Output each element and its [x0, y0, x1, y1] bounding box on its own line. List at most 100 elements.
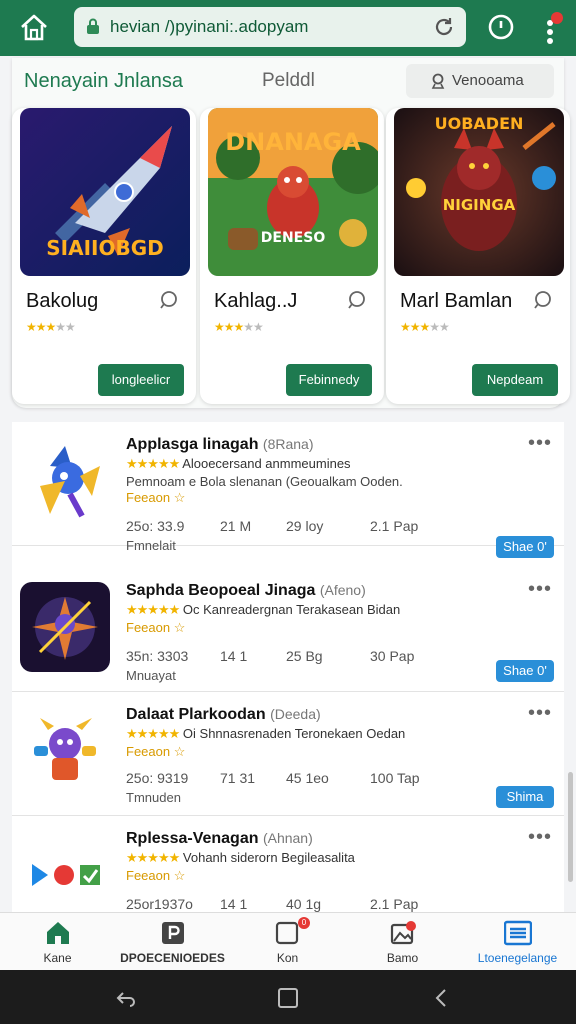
chat-bubble-icon[interactable] [346, 290, 366, 310]
app-category: Tmnuden [126, 790, 181, 805]
stat-downloads: 25or1937o [126, 896, 193, 912]
more-options-icon[interactable]: ••• [528, 432, 552, 455]
list-item[interactable]: Applasga linagah (8Rana) ★★★★★ Alooecers… [12, 422, 564, 558]
image-pin-icon [389, 919, 417, 947]
stat-downloads: 25o: 9319 [126, 770, 189, 786]
nav-label: Bamo [386, 951, 419, 965]
nav-item-notifications[interactable]: 0 Kon [230, 913, 345, 971]
chat-bubble-icon[interactable] [532, 290, 552, 310]
game-action-button[interactable]: Nepdeam [472, 364, 558, 396]
app-title: Dalaat Plarkoodan (Deeda) [126, 706, 321, 724]
nav-label: Kane [43, 951, 72, 965]
nav-label: Ltoenegelange [477, 951, 558, 965]
app-icon [20, 830, 110, 912]
app-list: Applasga linagah (8Rana) ★★★★★ Alooecers… [12, 422, 564, 912]
app-icon [20, 582, 110, 672]
stat-downloads: 25o: 33.9 [126, 518, 185, 534]
lock-icon [86, 18, 100, 35]
rating-stars: ★★★★★ [126, 456, 180, 471]
back-arrow-icon[interactable] [114, 986, 138, 1010]
thumbnail-title: SIAIIOBGD [46, 236, 164, 260]
more-options-icon[interactable]: ••• [528, 702, 552, 725]
notification-badge: 0 [298, 917, 310, 929]
reload-icon[interactable] [432, 15, 456, 39]
game-title: Marl Bamlan [400, 290, 513, 312]
list-item[interactable]: Dalaat Plarkoodan (Deeda) ★★★★★ Oi Shnna… [12, 692, 564, 816]
game-card[interactable]: DNANAGA DENESO Kahlag..J ★★★★★ Febinnedy [200, 108, 384, 404]
nav-item-catalog[interactable]: DPOECENIOEDES [115, 913, 230, 971]
rating-stars: ★★★★★ [126, 850, 180, 865]
star-filled: ★★★ [26, 320, 56, 334]
star-empty: ★★ [429, 320, 449, 334]
app-description-2: Pemnoam e Bola slenanan (Geoualkam Ooden… [126, 474, 403, 489]
app-tag: Feeaon ☆ [126, 490, 186, 505]
timer-icon[interactable] [486, 12, 516, 42]
app-category: Fmnelait [126, 538, 176, 553]
search-button[interactable]: Venooama [406, 64, 554, 98]
chat-bubble-icon[interactable] [158, 290, 178, 310]
home-icon[interactable] [18, 12, 50, 44]
game-thumbnail: SIAIIOBGD [20, 108, 190, 276]
game-action-button[interactable]: longleelicr [98, 364, 184, 396]
app-title: Applasga linagah (8Rana) [126, 436, 314, 454]
app-description: ★★★★★ Alooecersand anmmeumines [126, 456, 351, 472]
app-description: ★★★★★ Oi Shnnasrenaden Teronekaen Oedan [126, 726, 405, 742]
stat-age: 25 Bg [286, 648, 323, 664]
share-button[interactable]: Shae 0' [496, 536, 554, 558]
stat-age: 45 1eo [286, 770, 329, 786]
stat-age: 29 loy [286, 518, 324, 534]
game-card[interactable]: SIAIIOBGD Bakolug ★★★★★ longleelicr [12, 108, 196, 404]
app-name: Rplessa-Venagan [126, 830, 259, 847]
app-title: Saphda Beopoeal Jinaga (Afeno) [126, 582, 366, 600]
stat-size: 21 M [220, 518, 252, 534]
scrollbar[interactable] [568, 772, 573, 882]
list-item[interactable]: Saphda Beopoeal Jinaga (Afeno) ★★★★★ Oc … [12, 568, 564, 692]
description-text: Oc Kanreadergnan Terakasean Bidan [182, 602, 401, 617]
nav-item-manage[interactable]: Ltoenegelange [460, 913, 575, 971]
app-name: Dalaat Plarkoodan [126, 706, 266, 723]
section-title: Nenayain Jnlansa [24, 70, 183, 92]
app-stats: 25o: 33.9 21 M 29 loy 2.1 Pap [126, 518, 418, 534]
thumbnail-title: UOBADEN [434, 114, 524, 133]
p-box-icon [159, 919, 187, 947]
menu-list-icon [503, 919, 532, 947]
thumbnail-subtitle: DENESO [260, 230, 326, 246]
share-button[interactable]: Shima [496, 786, 554, 808]
nav-label: DPOECENIOEDES [120, 951, 225, 965]
app-stats: 25o: 9319 71 31 45 1eo 100 Tap [126, 770, 420, 786]
game-card[interactable]: UOBADEN NIGINGA Marl Bamlan ★★★★★ Nepdea… [386, 108, 570, 404]
more-options-icon[interactable]: ••• [528, 826, 552, 849]
game-thumbnail: UOBADEN NIGINGA [394, 108, 564, 276]
app-subtitle: (8Rana) [262, 436, 314, 452]
game-thumbnail: DNANAGA DENESO [208, 108, 378, 276]
home-icon [44, 919, 72, 947]
more-options-icon[interactable]: ••• [528, 578, 552, 601]
list-item[interactable]: Rplessa-Venagan (Ahnan) ★★★★★ Vohanh sid… [12, 816, 564, 912]
description-text: Alooecersand anmmeumines [182, 456, 351, 471]
featured-section: Nenayain Jnlansa Pelddl Venooama SIAIIOB… [12, 58, 570, 408]
app-description: ★★★★★ Oc Kanreadergnan Terakasean Bidan [126, 602, 400, 618]
stat-price: 30 Pap [370, 648, 415, 664]
nav-item-home[interactable]: Kane [0, 913, 115, 971]
game-action-button[interactable]: Febinnedy [286, 364, 372, 396]
app-stats: 25or1937o 14 1 40 1g 2.1 Pap [126, 896, 418, 912]
rating-stars: ★★★★★ [26, 320, 76, 334]
app-stats: 35n: 3303 14 1 25 Bg 30 Pap [126, 648, 414, 664]
star-filled: ★★★ [400, 320, 430, 334]
back-chevron-icon[interactable] [430, 986, 454, 1010]
share-button[interactable]: Shae 0' [496, 660, 554, 682]
app-subtitle: (Afeno) [319, 582, 366, 598]
address-bar[interactable]: hevian /)pyinani:.adopyam [74, 7, 466, 47]
browser-toolbar: hevian /)pyinani:.adopyam [0, 0, 576, 56]
description-text: Vohanh siderorn Begileasalita [182, 850, 355, 865]
nav-item-gallery[interactable]: Bamo [345, 913, 460, 971]
stat-price: 2.1 Pap [370, 896, 419, 912]
app-icon [20, 436, 110, 526]
app-tag: Feeaon ☆ [126, 744, 186, 759]
description-text: Oi Shnnasrenaden Teronekaen Oedan [182, 726, 406, 741]
stat-size: 14 1 [220, 896, 248, 912]
home-square-icon[interactable] [276, 986, 300, 1010]
section-subtitle: Pelddl [262, 70, 315, 91]
app-icon [20, 706, 110, 796]
more-menu-icon[interactable] [538, 12, 564, 44]
